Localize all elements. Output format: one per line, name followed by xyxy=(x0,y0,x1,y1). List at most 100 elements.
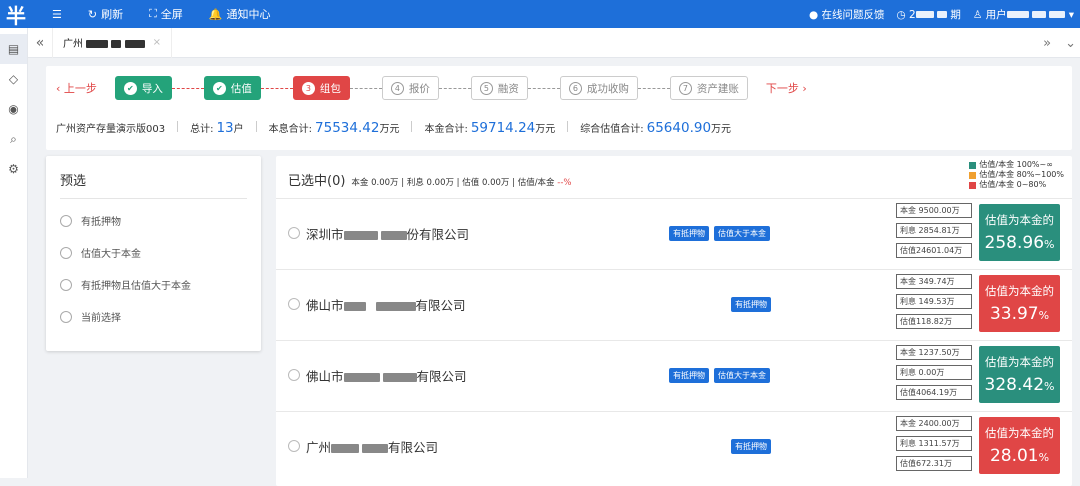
selected-valuation: 估值 0.00万 xyxy=(462,178,510,188)
ratio-value: 328.42% xyxy=(979,375,1060,395)
row-select-radio[interactable] xyxy=(288,369,300,381)
collateral-tag: 有抵押物 xyxy=(731,297,771,312)
selected-ratio-value: --% xyxy=(557,178,572,188)
row-select-radio[interactable] xyxy=(288,298,300,310)
company-name-prefix: 深圳市 xyxy=(306,227,344,242)
ratio-badge: 估值为本金的 328.42% xyxy=(979,346,1060,403)
list-item[interactable]: 深圳市 份有限公司 有抵押物 估值大于本金 本金 9500.00万 利息 2854… xyxy=(276,198,1072,268)
collateral-tag: 有抵押物 xyxy=(731,439,771,454)
row-select-radio[interactable] xyxy=(288,440,300,452)
preselect-option-both[interactable]: 有抵押物且估值大于本金 xyxy=(60,277,191,292)
tabs-bar: « 广州 × » ⌄ xyxy=(28,27,1080,58)
step-connector xyxy=(260,87,293,89)
company-name: 广州 有限公司 xyxy=(306,437,438,456)
principal-total-label: 本金合计: xyxy=(424,124,468,135)
ratio-percent: % xyxy=(1044,380,1055,393)
top-nav: ☰ ↻ 刷新 ⛶ 全屏 🔔 通知中心 xyxy=(52,6,297,22)
list-item[interactable]: 佛山市 有限公司 有抵押物 估值大于本金 本金 1237.50万 利息 0.00万… xyxy=(276,340,1072,410)
next-step-button[interactable]: 下一步 › xyxy=(766,80,807,96)
project-name: 广州资产存量演示版003 xyxy=(56,124,166,135)
fullscreen-button[interactable]: ⛶ 全屏 xyxy=(149,6,183,22)
redacted-block xyxy=(1006,11,1029,18)
step-valuation[interactable]: ✔ 估值 xyxy=(203,76,261,100)
sidebar-item-settings[interactable]: ⚙ xyxy=(0,154,27,184)
divider xyxy=(567,121,569,132)
legend-label: 估值/本金 80%~100% xyxy=(979,170,1064,179)
step-package[interactable]: 3 组包 xyxy=(292,76,350,100)
step-acquisition[interactable]: 6 成功收购 xyxy=(559,76,638,100)
step-quote[interactable]: 4 报价 xyxy=(381,76,439,100)
list-item[interactable]: 佛山市 有限公司 有抵押物 本金 349.74万 利息 149.53万 估值118… xyxy=(276,269,1072,339)
clock-display: ◷ 2 期 xyxy=(897,7,961,22)
tab-label: 广州 xyxy=(63,35,145,50)
step-connector xyxy=(438,87,471,89)
refresh-button[interactable]: ↻ 刷新 xyxy=(88,6,123,22)
legend-swatch xyxy=(969,171,977,179)
redacted-block xyxy=(375,302,416,311)
menu-toggle-button[interactable]: ☰ xyxy=(52,8,62,21)
option-label: 有抵押物 xyxy=(81,217,121,228)
preselect-option-current[interactable]: 当前选择 xyxy=(60,309,121,324)
chevron-down-icon: ▾ xyxy=(1068,8,1074,21)
prev-step-button[interactable]: ‹ 上一步 xyxy=(56,80,97,96)
redacted-block xyxy=(331,444,360,453)
ratio-label: 估值为本金的 xyxy=(985,426,1054,440)
target-icon: ◉ xyxy=(8,102,19,116)
ratio-label: 估值为本金的 xyxy=(985,355,1054,369)
user-prefix: 用户 xyxy=(985,8,1007,21)
selection-header: 已选中(0) 本金 0.00万 | 利息 0.00万 | 估值 0.00万 | … xyxy=(288,170,571,189)
notifications-label: 通知中心 xyxy=(226,8,271,21)
clock-prefix: 2 xyxy=(909,8,916,21)
preselect-option-collateral[interactable]: 有抵押物 xyxy=(60,213,121,228)
interest-value: 利息 2854.81万 xyxy=(896,223,972,238)
ratio-percent: % xyxy=(1038,451,1050,464)
sidebar-item-search[interactable]: ⌕ xyxy=(0,124,27,154)
radio-icon xyxy=(60,214,72,227)
chevron-down-icon[interactable]: ⌄ xyxy=(1065,36,1076,51)
step-progress: ‹ 上一步 ✔ 导入 ✔ 估值 3 组包 4 报价 5 融资 6 成功收购 7 资产建账 下一… xyxy=(56,76,807,100)
step-label: 融资 xyxy=(497,82,519,95)
list-item[interactable]: 广州 有限公司 有抵押物 本金 2400.00万 利息 1311.57万 估值67… xyxy=(276,411,1072,481)
option-label: 有抵押物且估值大于本金 xyxy=(81,281,191,292)
step-asset-booking[interactable]: 7 资产建账 xyxy=(669,76,748,100)
step-number-badge: 6 xyxy=(568,81,582,95)
company-name-prefix: 广州 xyxy=(306,440,332,455)
sidebar-item-gem[interactable]: ◇ xyxy=(0,64,27,94)
user-menu[interactable]: ♙ 用户 ▾ xyxy=(973,7,1074,22)
preselect-option-valuation-gt-principal[interactable]: 估值大于本金 xyxy=(60,245,141,260)
valuation-tag: 估值大于本金 xyxy=(714,368,770,383)
divider xyxy=(177,121,179,132)
refresh-icon: ↻ xyxy=(87,7,98,21)
notifications-button[interactable]: 🔔 通知中心 xyxy=(209,6,271,22)
radio-icon xyxy=(60,278,72,291)
collapse-left-button[interactable]: « xyxy=(28,35,52,51)
step-financing[interactable]: 5 融资 xyxy=(470,76,528,100)
divider xyxy=(255,121,257,132)
tab-current[interactable]: 广州 × xyxy=(52,27,172,58)
feedback-link[interactable]: ● 在线问题反馈 xyxy=(809,7,885,22)
redacted-block xyxy=(1032,11,1047,18)
step-number-badge: 5 xyxy=(479,81,493,95)
step-label: 导入 xyxy=(141,82,163,95)
summary-bar: 广州资产存量演示版003 总计: 13 户 本息合计: 75534.42 万元 本金合计… xyxy=(56,120,731,136)
step-label: 成功收购 xyxy=(586,82,629,95)
selected-principal: 本金 0.00万 xyxy=(351,178,399,188)
ratio-value: 33.97% xyxy=(979,304,1060,324)
valuation-value: 估值24601.04万 xyxy=(896,243,972,258)
step-connector xyxy=(349,87,382,89)
ratio-badge: 估值为本金的 258.96% xyxy=(979,204,1060,261)
gear-icon: ⚙ xyxy=(8,162,19,176)
ratio-number: 328.42 xyxy=(984,375,1045,395)
redacted-block xyxy=(1049,11,1066,18)
legend-item: 估值/本金 100%~∞ xyxy=(969,160,1064,170)
double-chevron-right-icon[interactable]: » xyxy=(1043,36,1051,51)
step-import[interactable]: ✔ 导入 xyxy=(114,76,172,100)
row-select-radio[interactable] xyxy=(288,227,300,239)
step-label: 组包 xyxy=(319,82,341,95)
sidebar-item-document[interactable]: ▤ xyxy=(0,34,27,64)
ratio-value: 258.96% xyxy=(979,233,1060,253)
close-icon[interactable]: × xyxy=(153,37,161,48)
radio-icon xyxy=(60,310,72,323)
total-value: 13 xyxy=(216,120,234,136)
sidebar-item-target[interactable]: ◉ xyxy=(0,94,27,124)
